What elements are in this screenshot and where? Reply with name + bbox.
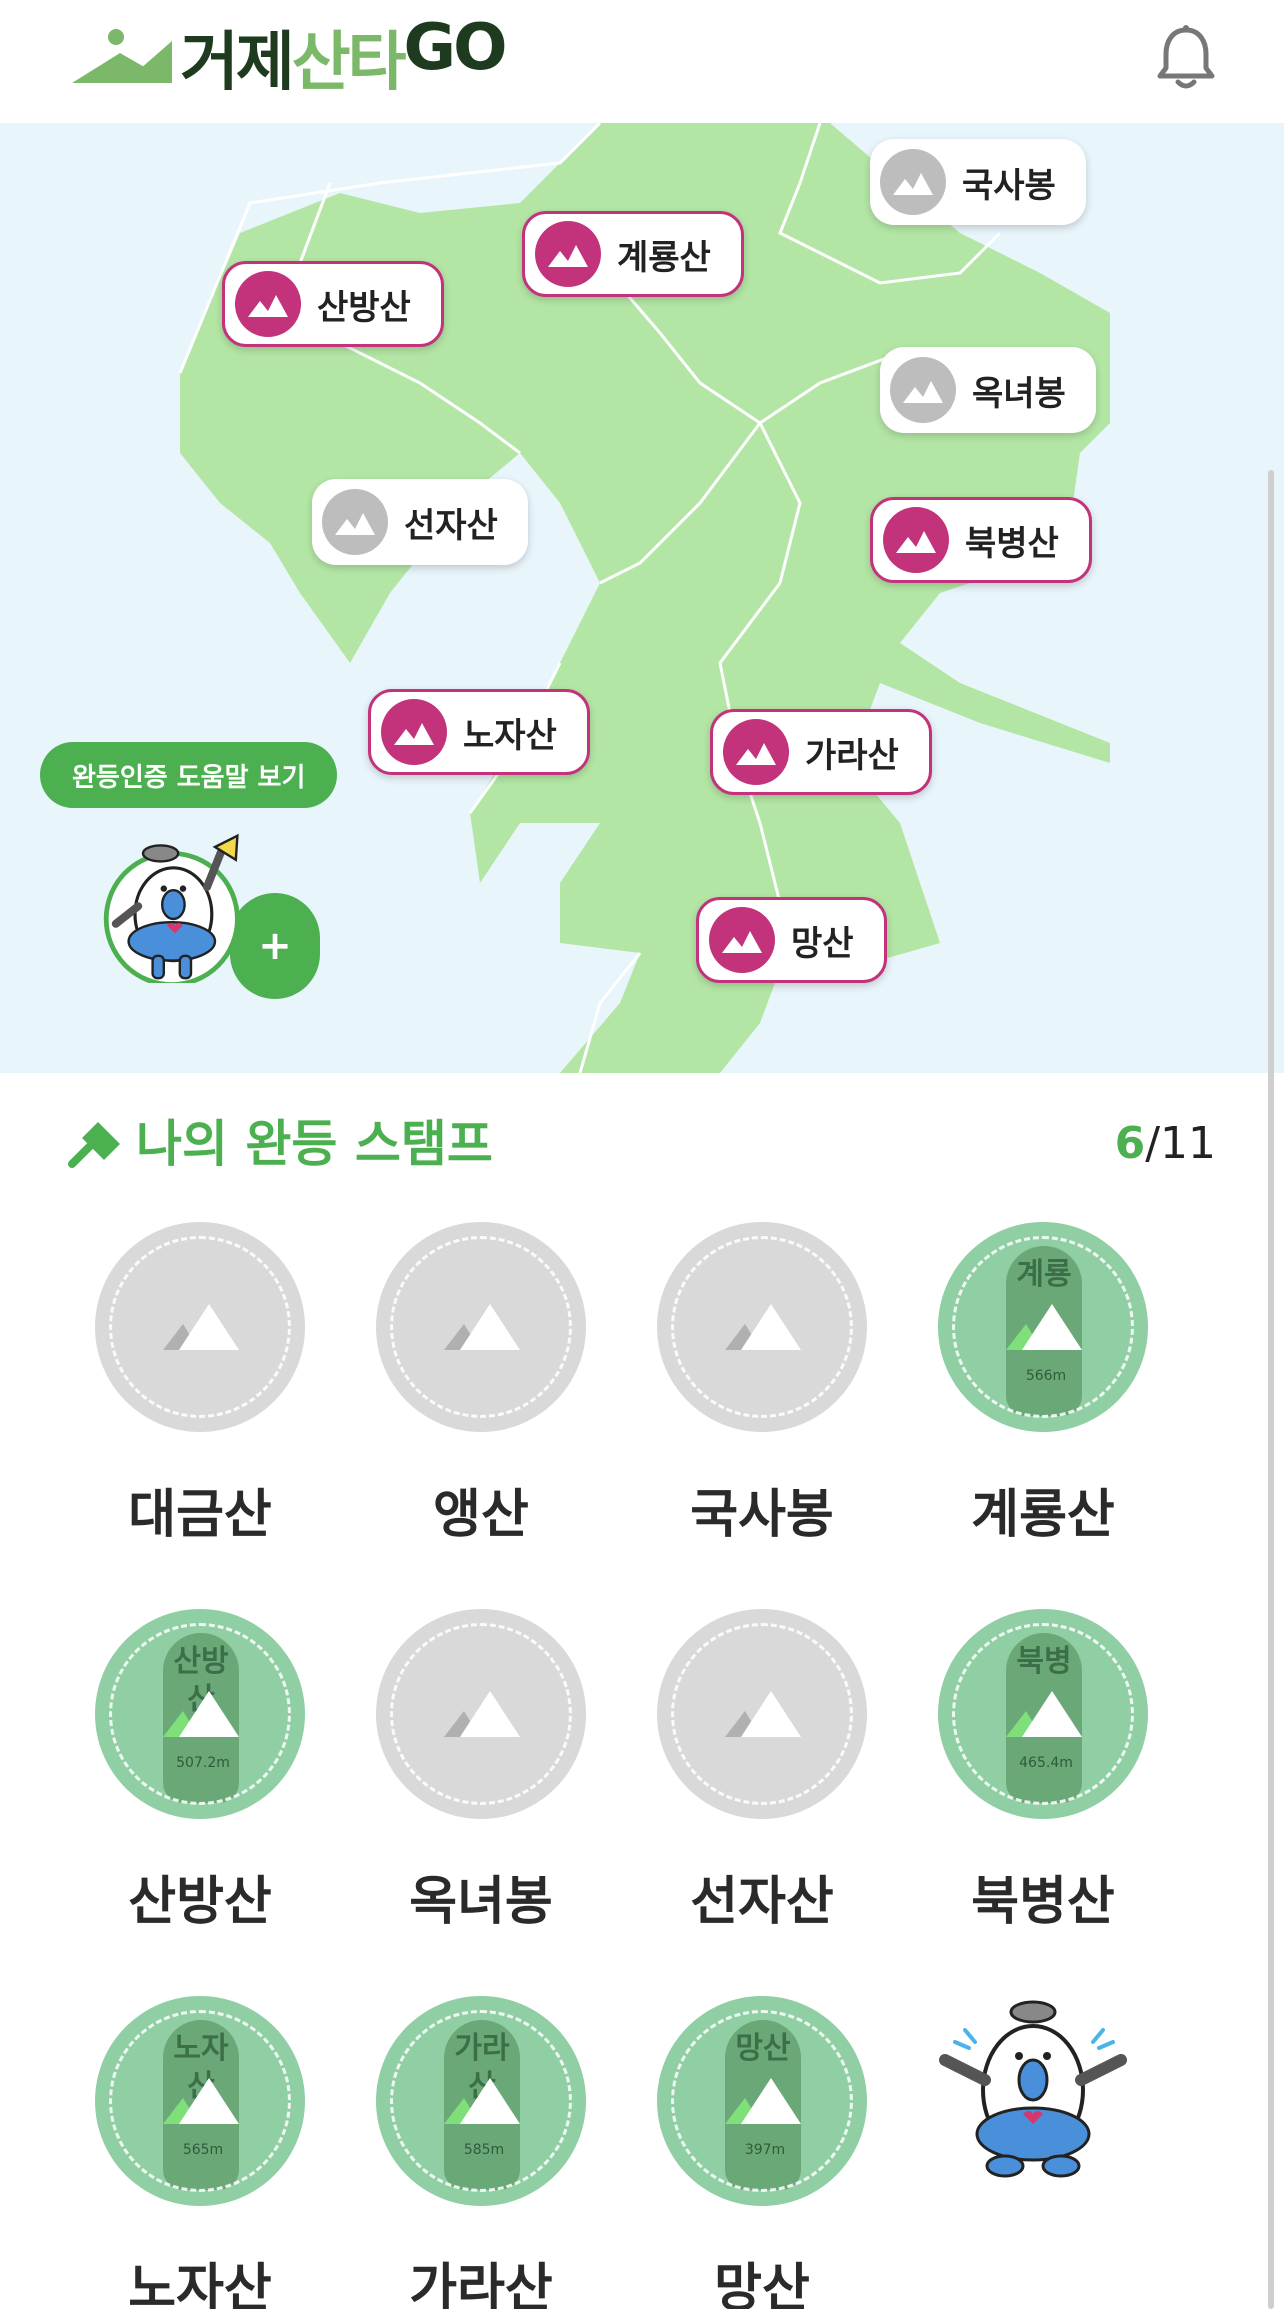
mountain-logo-icon <box>72 29 172 83</box>
mountain-icon <box>444 1691 520 1737</box>
stamp-name: 북병산 <box>971 1872 1115 1932</box>
map-pin-sanbangsan[interactable]: 산방산 <box>222 261 444 347</box>
stamp-badge: 산방산 507.2m <box>95 1609 305 1819</box>
mountain-icon <box>444 1304 520 1350</box>
map-pin-oknyeobong[interactable]: 옥녀봉 <box>880 347 1096 433</box>
mountain-icon <box>163 1691 239 1737</box>
map-pin-label: 노자산 <box>463 715 557 756</box>
stamps-header: 나의 완등 스탬프 6/11 <box>68 1108 1216 1180</box>
stamp-name: 선자산 <box>690 1872 834 1932</box>
stamp-name: 계룡산 <box>971 1485 1115 1545</box>
stamp-name: 옥녀봉 <box>409 1872 553 1932</box>
stamps-title: 나의 완등 스탬프 <box>136 1115 493 1173</box>
mountain-icon <box>381 699 447 765</box>
stamp-item[interactable]: 노자산 565m 노자산 <box>92 1996 312 2309</box>
app-logo: 거제 산타 GO <box>72 11 507 100</box>
notification-bell-icon[interactable] <box>1156 24 1216 90</box>
stamp-name: 노자산 <box>128 2259 272 2309</box>
stamp-count-done: 6 <box>1114 1118 1146 1169</box>
mountain-icon <box>235 271 301 337</box>
mountain-icon <box>322 489 388 555</box>
help-button[interactable]: 완등인증 도움말 보기 <box>40 742 338 808</box>
stamp-item[interactable]: 망산 397m 망산 <box>654 1996 874 2309</box>
stamp-name: 대금산 <box>128 1485 272 1545</box>
stamp-name: 앵산 <box>433 1485 529 1545</box>
map-pin-mangsan[interactable]: 망산 <box>696 897 887 983</box>
mountain-icon <box>444 2078 520 2124</box>
map-pin-nojasan[interactable]: 노자산 <box>368 689 590 775</box>
mountain-icon <box>723 719 789 785</box>
map-pin-guksabong[interactable]: 국사봉 <box>870 139 1086 225</box>
map-pin-label: 계룡산 <box>617 237 711 278</box>
stamp-item[interactable]: 북병 465.4m 북병산 <box>935 1609 1155 1939</box>
stamp-item[interactable]: 산방산 507.2m 산방산 <box>92 1609 312 1939</box>
stamp-name: 국사봉 <box>690 1485 834 1545</box>
stamp-badge <box>657 1609 867 1819</box>
logo-text-part1: 거제 <box>180 26 295 100</box>
stamp-count: 6/11 <box>1115 1108 1216 1180</box>
scrollbar[interactable] <box>1268 470 1274 2309</box>
mountain-icon <box>725 1304 801 1350</box>
map-pin-label: 망산 <box>791 923 854 964</box>
stamp-name: 망산 <box>714 2259 810 2309</box>
stamp-badge: 망산 397m <box>657 1996 867 2206</box>
mountain-icon <box>725 1691 801 1737</box>
stamp-count-total: /11 <box>1145 1118 1216 1169</box>
mascot-icon[interactable] <box>90 823 260 983</box>
app-title: 거제 산타 GO <box>180 11 508 103</box>
stamp-badge <box>376 1609 586 1819</box>
stamp-badge <box>376 1222 586 1432</box>
map-pin-bukbyeongsan[interactable]: 북병산 <box>870 497 1092 583</box>
map-pin-gyeryongsan[interactable]: 계룡산 <box>522 211 744 297</box>
mountain-icon <box>890 357 956 423</box>
app-header: 거제 산타 GO <box>0 0 1284 123</box>
mascot-cheering-icon <box>939 2000 1127 2178</box>
stamp-badge: 계룡 566m <box>938 1222 1148 1432</box>
mountain-icon <box>1006 1304 1082 1350</box>
mountain-icon <box>163 1304 239 1350</box>
mountain-map[interactable]: 국사봉 계룡산 산방산 옥녀봉 선자산 북병산 노자산 가라산 망산 완등인증 … <box>0 123 1284 1073</box>
stamp-item[interactable]: 옥녀봉 <box>373 1609 593 1939</box>
mountain-icon <box>535 221 601 287</box>
map-pin-label: 산방산 <box>317 287 411 328</box>
stamp-item[interactable]: 국사봉 <box>654 1222 874 1552</box>
stamp-name: 가라산 <box>409 2259 553 2309</box>
map-pin-garasan[interactable]: 가라산 <box>710 709 932 795</box>
stamp-badge <box>95 1222 305 1432</box>
map-pin-label: 북병산 <box>965 523 1059 564</box>
map-pin-seonjasan[interactable]: 선자산 <box>312 479 528 565</box>
stamp-item[interactable]: 앵산 <box>373 1222 593 1552</box>
stamp-name: 산방산 <box>128 1872 272 1932</box>
stamp-badge: 노자산 565m <box>95 1996 305 2206</box>
logo-text-part2: 산타 <box>291 26 407 100</box>
mountain-icon <box>725 2078 801 2124</box>
map-pin-label: 국사봉 <box>962 165 1056 206</box>
stamp-badge: 북병 465.4m <box>938 1609 1148 1819</box>
stamp-item[interactable]: 선자산 <box>654 1609 874 1939</box>
map-pin-label: 선자산 <box>404 505 498 546</box>
stamp-badge <box>657 1222 867 1432</box>
pin-icon <box>68 1122 120 1168</box>
stamp-item[interactable]: 대금산 <box>92 1222 312 1552</box>
mountain-icon <box>1006 1691 1082 1737</box>
stamp-item[interactable]: 계룡 566m 계룡산 <box>935 1222 1155 1552</box>
mountain-icon <box>880 149 946 215</box>
stamp-badge: 가라산 585m <box>376 1996 586 2206</box>
stamp-item[interactable]: 가라산 585m 가라산 <box>373 1996 593 2309</box>
map-pin-label: 옥녀봉 <box>972 373 1066 414</box>
mountain-icon <box>883 507 949 573</box>
mountain-icon <box>709 907 775 973</box>
logo-text-part3: GO <box>403 11 508 85</box>
map-pin-label: 가라산 <box>805 735 899 776</box>
mountain-icon <box>163 2078 239 2124</box>
